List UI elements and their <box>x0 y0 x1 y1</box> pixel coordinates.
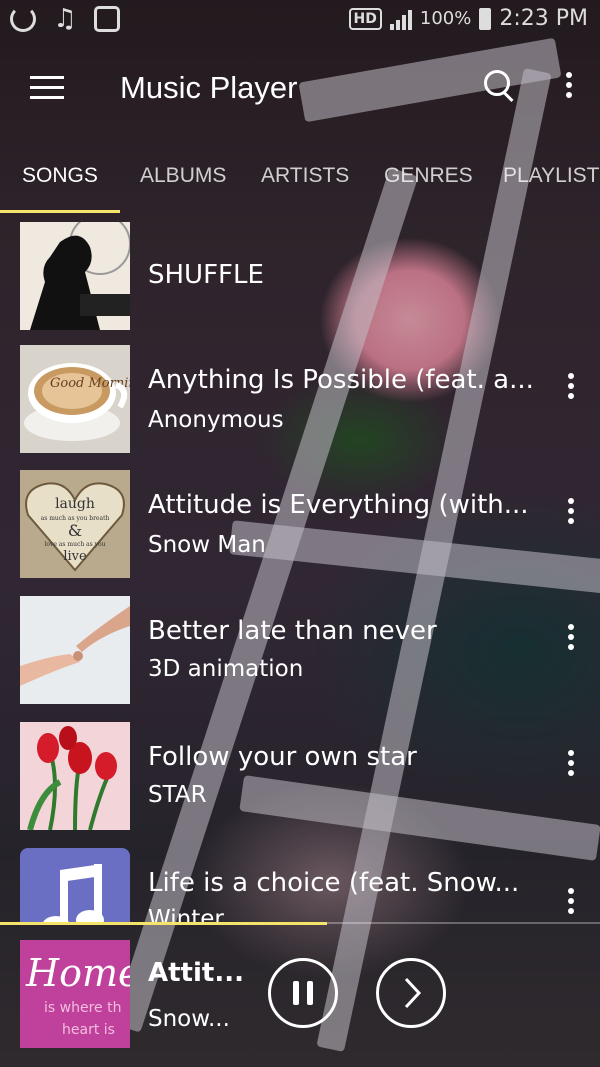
song-row[interactable]: laugh as much as you breath & love as mu… <box>0 470 600 580</box>
app-bar: Music Player <box>0 56 600 126</box>
sync-icon <box>10 6 36 32</box>
tab-indicator <box>0 210 120 213</box>
gallery-icon <box>94 6 120 32</box>
tab-artists[interactable]: ARTISTS <box>261 164 349 188</box>
shuffle-row[interactable]: SHUFFLE <box>0 222 600 332</box>
music-note-icon: ♫ <box>53 4 77 34</box>
song-options-button[interactable] <box>568 624 574 654</box>
artwork-text: live <box>63 549 87 564</box>
song-artist: Anonymous <box>148 407 284 433</box>
pause-icon <box>293 981 313 1005</box>
artwork-text: heart is <box>62 1022 115 1038</box>
playback-progress-fill <box>0 922 327 925</box>
artwork-text: Home <box>25 951 130 995</box>
song-row[interactable]: Follow your own star STAR <box>0 722 600 832</box>
artwork-text: & <box>68 521 82 540</box>
song-title: Better late than never <box>148 616 437 646</box>
tab-genres[interactable]: GENRES <box>384 164 473 188</box>
song-options-button[interactable] <box>568 750 574 780</box>
song-row[interactable]: Good Morning Anything Is Possible (feat.… <box>0 345 600 455</box>
app-title: Music Player <box>120 70 298 105</box>
song-artwork <box>20 848 130 922</box>
pause-button[interactable] <box>268 958 338 1028</box>
song-row[interactable]: Life is a choice (feat. Snow... Winter <box>0 848 600 922</box>
song-artist: 3D animation <box>148 656 304 682</box>
song-options-button[interactable] <box>568 373 574 403</box>
artwork-text: laugh <box>55 496 95 512</box>
song-title: Follow your own star <box>148 742 417 772</box>
shuffle-label: SHUFFLE <box>148 260 264 290</box>
status-bar: ♫ HD 100% 2:23 PM <box>0 0 600 44</box>
song-row[interactable]: Better late than never 3D animation <box>0 596 600 706</box>
clock: 2:23 PM <box>499 6 588 31</box>
tab-songs[interactable]: SONGS <box>22 164 98 188</box>
now-playing-artist: Snow... <box>148 1006 230 1032</box>
song-options-button[interactable] <box>568 498 574 528</box>
song-artist: STAR <box>148 782 207 808</box>
now-playing-title: Attit... <box>148 958 244 988</box>
chevron-right-icon <box>404 977 422 1009</box>
song-options-button[interactable] <box>568 888 574 918</box>
artwork-text: love as much as you <box>44 541 105 548</box>
song-artwork: Good Morning <box>20 345 130 453</box>
tab-bar: SONGS ALBUMS ARTISTS GENRES PLAYLISTS <box>0 158 600 214</box>
tab-albums[interactable]: ALBUMS <box>140 164 226 188</box>
battery-percent: 100% <box>419 8 472 29</box>
song-title: Anything Is Possible (feat. a... <box>148 365 534 395</box>
song-artist: Winter <box>148 906 224 922</box>
song-artwork: laugh as much as you breath & love as mu… <box>20 470 130 578</box>
song-title: Attitude is Everything (with... <box>148 490 529 520</box>
shuffle-artwork <box>20 222 130 330</box>
song-artwork <box>20 596 130 704</box>
signal-icon <box>389 8 412 30</box>
search-button[interactable] <box>484 70 514 103</box>
mini-player[interactable]: Home is where th heart is Attit... Snow.… <box>0 928 600 1067</box>
tab-playlists[interactable]: PLAYLISTS <box>503 164 600 188</box>
song-title: Life is a choice (feat. Snow... <box>148 868 520 898</box>
overflow-menu-button[interactable] <box>566 72 572 102</box>
now-playing-artwork: Home is where th heart is <box>20 940 130 1048</box>
hd-badge: HD <box>348 7 382 30</box>
menu-button[interactable] <box>30 76 64 100</box>
song-artwork <box>20 722 130 830</box>
hamburger-icon <box>30 76 64 79</box>
battery-icon <box>479 7 492 30</box>
artwork-text: is where th <box>44 1000 121 1016</box>
next-button[interactable] <box>376 958 446 1028</box>
song-artist: Snow Man <box>148 532 266 558</box>
